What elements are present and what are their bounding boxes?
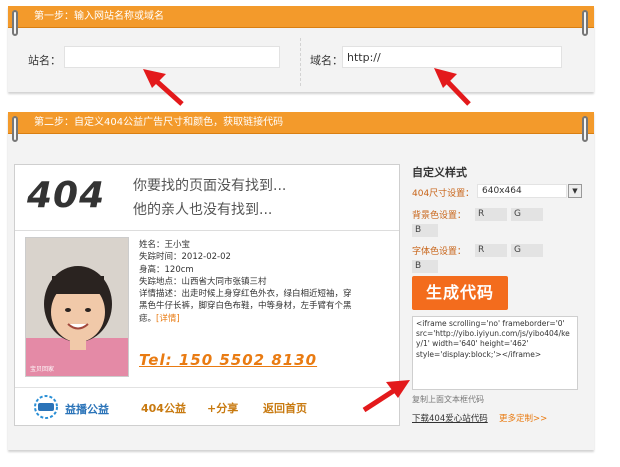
arrow-to-code-output-icon <box>362 380 410 413</box>
arrow-to-site-name-icon <box>143 69 184 106</box>
arrow-to-domain-icon <box>434 68 471 106</box>
annotation-arrows <box>143 68 471 413</box>
